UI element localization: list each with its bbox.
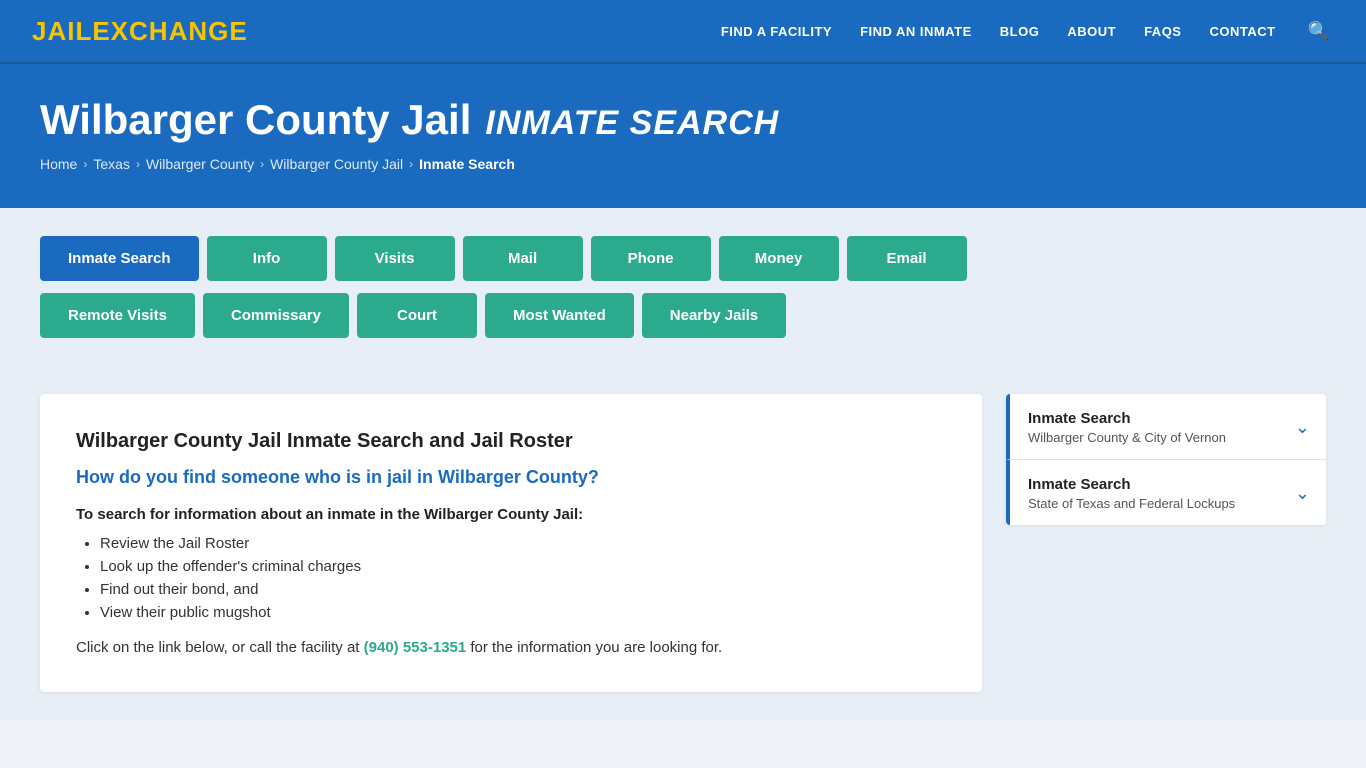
breadcrumb: Home › Texas › Wilbarger County › Wilbarger Co… — [40, 156, 1326, 172]
tabs-row-1: Inmate SearchInfoVisitsMailPhoneMoneyEma… — [40, 236, 967, 281]
hero-banner: Wilbarger County Jail INMATE SEARCH Home… — [0, 64, 1366, 208]
nav-item-find-an-inmate[interactable]: FIND AN INMATE — [860, 24, 972, 39]
tab-phone[interactable]: Phone — [591, 236, 711, 281]
list-item: Review the Jail Roster — [100, 535, 946, 552]
logo-jail: JAIL — [32, 16, 92, 46]
tabs-row-2: Remote VisitsCommissaryCourtMost WantedN… — [40, 293, 786, 338]
breadcrumb-link[interactable]: Wilbarger County Jail — [270, 156, 403, 172]
tab-court[interactable]: Court — [357, 293, 477, 338]
bottom-para-prefix: Click on the link below, or call the fac… — [76, 639, 364, 656]
tab-money[interactable]: Money — [719, 236, 839, 281]
hero-title-main: Wilbarger County Jail — [40, 96, 471, 144]
tab-nearby-jails[interactable]: Nearby Jails — [642, 293, 786, 338]
sidebar-item-title: Inmate Search — [1028, 476, 1285, 493]
tab-email[interactable]: Email — [847, 236, 967, 281]
tab-visits[interactable]: Visits — [335, 236, 455, 281]
main-nav: FIND A FACILITY FIND AN INMATE BLOG ABOUT FA… — [721, 17, 1334, 46]
list-item: Look up the offender's criminal charges — [100, 558, 946, 575]
nav-item-about[interactable]: ABOUT — [1067, 24, 1116, 39]
tabs-section: Inmate SearchInfoVisitsMailPhoneMoneyEma… — [0, 208, 1366, 366]
bottom-paragraph: Click on the link below, or call the fac… — [76, 639, 946, 656]
content-heading: Wilbarger County Jail Inmate Search and … — [76, 430, 946, 453]
hero-title-italic: INMATE SEARCH — [485, 104, 779, 143]
breadcrumb-link[interactable]: Texas — [93, 156, 130, 172]
sidebar-item-title: Inmate Search — [1028, 410, 1285, 427]
breadcrumb-chevron: › — [260, 157, 264, 171]
breadcrumb-link[interactable]: Wilbarger County — [146, 156, 254, 172]
site-header: JAILEXCHANGE FIND A FACILITY FIND AN INMA… — [0, 0, 1366, 64]
sidebar-item[interactable]: Inmate Search State of Texas and Federal… — [1006, 460, 1326, 525]
nav-item-blog[interactable]: BLOG — [1000, 24, 1040, 39]
breadcrumb-chevron: › — [409, 157, 413, 171]
sidebar-item[interactable]: Inmate Search Wilbarger County & City of… — [1006, 394, 1326, 460]
tab-most-wanted[interactable]: Most Wanted — [485, 293, 634, 338]
breadcrumb-link[interactable]: Home — [40, 156, 77, 172]
tab-remote-visits[interactable]: Remote Visits — [40, 293, 195, 338]
tab-info[interactable]: Info — [207, 236, 327, 281]
list-item: View their public mugshot — [100, 604, 946, 621]
main-area: Wilbarger County Jail Inmate Search and … — [0, 366, 1366, 720]
blue-question: How do you find someone who is in jail i… — [76, 467, 946, 488]
list-item: Find out their bond, and — [100, 581, 946, 598]
bold-paragraph: To search for information about an inmat… — [76, 506, 946, 523]
sidebar-card: Inmate Search Wilbarger County & City of… — [1006, 394, 1326, 525]
content-card: Wilbarger County Jail Inmate Search and … — [40, 394, 982, 692]
phone-link[interactable]: (940) 553-1351 — [364, 639, 467, 656]
bullet-list: Review the Jail Roster Look up the offend… — [100, 535, 946, 621]
nav-item-find-a-facility[interactable]: FIND A FACILITY — [721, 24, 832, 39]
breadcrumb-chevron: › — [136, 157, 140, 171]
nav-item-faqs[interactable]: FAQs — [1144, 24, 1181, 39]
breadcrumb-chevron: › — [83, 157, 87, 171]
nav-item-contact[interactable]: CONTACT — [1209, 24, 1275, 39]
hero-title: Wilbarger County Jail INMATE SEARCH — [40, 96, 1326, 144]
breadcrumb-current: Inmate Search — [419, 156, 515, 172]
sidebar-item-subtitle: Wilbarger County & City of Vernon — [1028, 430, 1285, 445]
tab-mail[interactable]: Mail — [463, 236, 583, 281]
tab-inmate-search[interactable]: Inmate Search — [40, 236, 199, 281]
tab-commissary[interactable]: Commissary — [203, 293, 349, 338]
logo-exchange: EXCHANGE — [92, 16, 247, 46]
sidebar-item-text: Inmate Search Wilbarger County & City of… — [1028, 410, 1285, 445]
bottom-para-suffix: for the information you are looking for. — [466, 639, 722, 656]
sidebar-item-subtitle: State of Texas and Federal Lockups — [1028, 496, 1285, 511]
chevron-down-icon: ⌄ — [1295, 417, 1310, 438]
site-logo[interactable]: JAILEXCHANGE — [32, 16, 248, 47]
search-icon[interactable]: 🔍 — [1304, 17, 1334, 46]
sidebar-item-text: Inmate Search State of Texas and Federal… — [1028, 476, 1285, 511]
chevron-down-icon: ⌄ — [1295, 483, 1310, 504]
